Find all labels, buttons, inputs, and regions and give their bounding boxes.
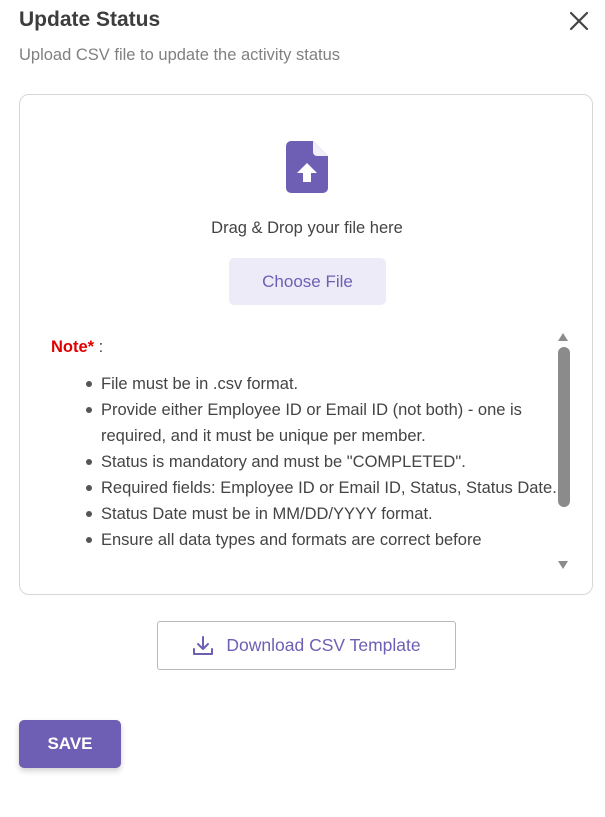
list-item: Ensure all data types and formats are co… [86, 527, 561, 553]
file-dropzone[interactable]: Drag & Drop your file here Choose File N… [19, 94, 593, 595]
save-button[interactable]: SAVE [19, 720, 121, 768]
scroll-down-arrow-icon[interactable] [557, 560, 569, 570]
close-icon[interactable] [566, 8, 592, 34]
notes-panel[interactable]: Note* : File must be in .csv format. Pro… [21, 327, 573, 569]
download-icon [193, 635, 214, 655]
file-upload-icon [286, 141, 328, 193]
notes-list: File must be in .csv format. Provide eit… [86, 371, 561, 553]
scrollbar-thumb[interactable] [558, 347, 570, 507]
list-item: Status Date must be in MM/DD/YYYY format… [86, 501, 561, 527]
note-separator: : [94, 338, 104, 356]
download-csv-template-button[interactable]: Download CSV Template [157, 621, 456, 670]
list-item: Provide either Employee ID or Email ID (… [86, 397, 561, 449]
dialog-title: Update Status [19, 8, 161, 31]
note-heading: Note* : [51, 338, 103, 357]
list-item: File must be in .csv format. [86, 371, 561, 397]
choose-file-button[interactable]: Choose File [229, 258, 386, 305]
list-item: Status is mandatory and must be "COMPLET… [86, 449, 561, 475]
dialog-subtitle: Upload CSV file to update the activity s… [19, 46, 341, 64]
drag-drop-prompt: Drag & Drop your file here [211, 219, 403, 237]
note-label: Note* [51, 338, 95, 356]
download-label: Download CSV Template [226, 635, 421, 655]
scroll-up-arrow-icon[interactable] [557, 332, 569, 342]
list-item: Required fields: Employee ID or Email ID… [86, 475, 561, 501]
